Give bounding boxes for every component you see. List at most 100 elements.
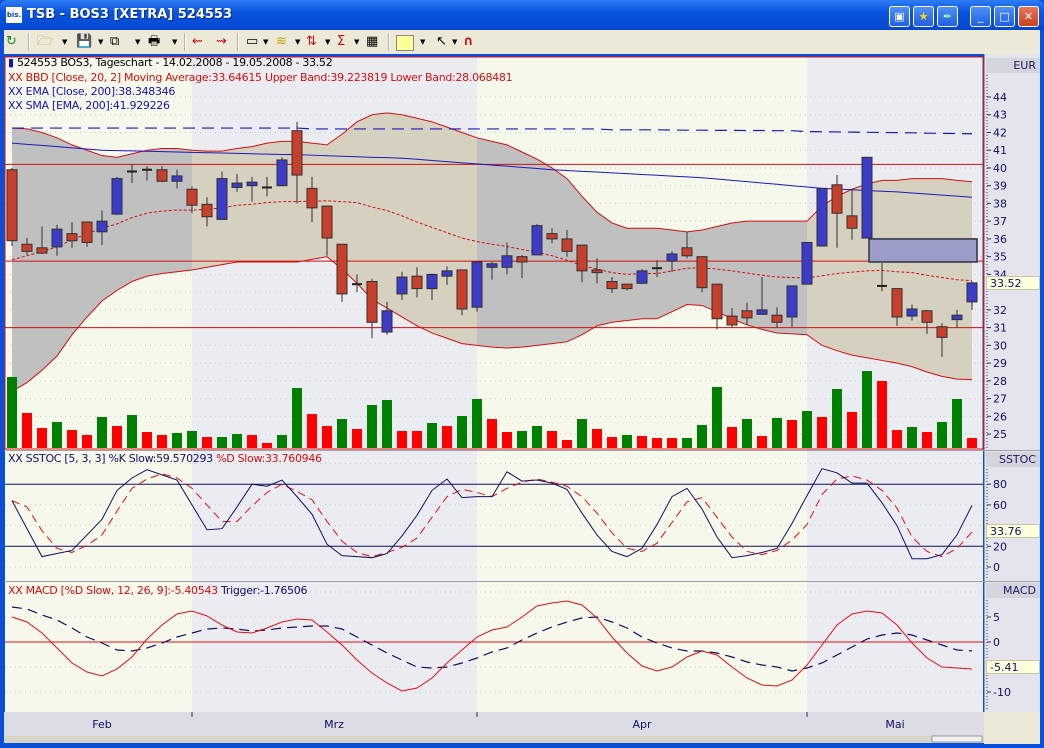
date-axis: [4, 712, 984, 736]
candle-body[interactable]: [621, 283, 633, 290]
candle-body[interactable]: [246, 181, 258, 187]
candle-body[interactable]: [411, 275, 423, 290]
magnet-icon[interactable]: ∩: [463, 33, 474, 51]
chart-forward-icon[interactable]: ⇝: [216, 33, 227, 51]
chevron-down-icon[interactable]: ▼: [295, 33, 300, 51]
print-icon[interactable]: 🖶: [148, 33, 160, 51]
candle-body[interactable]: [306, 187, 318, 209]
candle-body[interactable]: [681, 247, 693, 257]
candle-body[interactable]: [591, 269, 603, 274]
refresh-icon[interactable]: ↻: [6, 33, 17, 51]
candle-body[interactable]: [786, 285, 798, 318]
candle-body[interactable]: [771, 314, 783, 323]
chevron-down-icon[interactable]: ▼: [420, 33, 425, 51]
candle-body[interactable]: [666, 253, 678, 262]
candle-body[interactable]: [831, 184, 843, 214]
chart-area[interactable]: 2526272829303132343536373839404142434402…: [0, 54, 1044, 748]
chart-type-icon[interactable]: ⇅: [306, 33, 317, 51]
volume-bar: [412, 431, 422, 448]
candle-body[interactable]: [321, 205, 333, 239]
candle-body[interactable]: [36, 247, 48, 254]
candle-body[interactable]: [96, 220, 108, 233]
candle-body[interactable]: [846, 215, 858, 229]
sigma-icon[interactable]: Σ: [337, 33, 345, 51]
candle-body[interactable]: [426, 273, 438, 290]
edit-icon[interactable]: ✒: [937, 6, 958, 27]
candle-body[interactable]: [21, 243, 33, 252]
candle-body[interactable]: [636, 270, 648, 284]
candle-body[interactable]: [201, 203, 213, 218]
candle-body[interactable]: [486, 263, 498, 268]
cursor-icon[interactable]: ↖: [436, 33, 447, 51]
candle-body[interactable]: [741, 310, 753, 319]
layout-icon[interactable]: ▣: [889, 6, 910, 27]
candle-body[interactable]: [516, 256, 528, 263]
candle-body[interactable]: [111, 178, 123, 215]
candle-body[interactable]: [531, 225, 543, 256]
horizontal-scrollbar[interactable]: [4, 736, 984, 743]
minimize-button[interactable]: _: [970, 6, 991, 27]
favorites-icon[interactable]: ★: [913, 6, 934, 27]
candle-body[interactable]: [276, 159, 288, 187]
candle-body[interactable]: [966, 282, 978, 303]
candle-body[interactable]: [696, 256, 708, 289]
candle-body[interactable]: [861, 156, 873, 239]
volume-bar: [502, 432, 512, 448]
box-annotation[interactable]: [868, 238, 978, 263]
candle-body[interactable]: [231, 182, 243, 188]
window-icon[interactable]: ▭: [246, 33, 258, 51]
candle-body[interactable]: [891, 288, 903, 318]
candle-body[interactable]: [921, 310, 933, 323]
candle-body[interactable]: [51, 228, 63, 248]
chevron-down-icon[interactable]: ▼: [263, 33, 268, 51]
candle-body[interactable]: [711, 283, 723, 320]
scrollbar-thumb[interactable]: [931, 735, 983, 743]
candle-body[interactable]: [471, 261, 483, 308]
candle-body[interactable]: [171, 175, 183, 182]
candle-body[interactable]: [6, 169, 18, 242]
open-folder-icon[interactable]: 🗁: [37, 33, 53, 51]
title-bar[interactable]: bis. TSB - BOS3 [XETRA] 524553 ▣ ★ ✒ _ □…: [0, 0, 1044, 30]
candle-body[interactable]: [951, 314, 963, 321]
close-button[interactable]: ✕: [1018, 6, 1039, 27]
chevron-down-icon[interactable]: ▼: [135, 33, 140, 51]
chevron-down-icon[interactable]: ▼: [62, 33, 67, 51]
candle-body[interactable]: [216, 178, 228, 220]
candle-body[interactable]: [291, 130, 303, 176]
properties-icon[interactable]: ▦: [366, 33, 378, 51]
color-box-icon[interactable]: [396, 35, 414, 51]
candle-body[interactable]: [156, 169, 168, 182]
candle-body[interactable]: [606, 280, 618, 290]
chevron-down-icon[interactable]: ▼: [98, 33, 103, 51]
chevron-down-icon[interactable]: ▼: [325, 33, 330, 51]
candle-body[interactable]: [756, 309, 768, 315]
candle-body[interactable]: [441, 270, 453, 277]
candle-body[interactable]: [381, 310, 393, 333]
save-icon[interactable]: 💾: [76, 33, 92, 51]
candle-body[interactable]: [186, 188, 198, 206]
candle-body[interactable]: [561, 238, 573, 252]
candle-body[interactable]: [501, 255, 513, 268]
chevron-down-icon[interactable]: ▼: [172, 33, 177, 51]
candle-body[interactable]: [936, 326, 948, 338]
candle-body[interactable]: [456, 269, 468, 310]
volume-bar: [67, 430, 77, 448]
candle-body[interactable]: [726, 315, 738, 326]
candle-body[interactable]: [336, 243, 348, 295]
candle-body[interactable]: [906, 308, 918, 317]
candle-body[interactable]: [66, 233, 78, 242]
chevron-down-icon[interactable]: ▼: [452, 33, 457, 51]
candle-body[interactable]: [801, 241, 813, 285]
copy-icon[interactable]: ⧉: [110, 33, 119, 51]
maximize-button[interactable]: □: [994, 6, 1015, 27]
candle-body[interactable]: [576, 244, 588, 272]
volume-bar: [832, 389, 842, 448]
candle-body[interactable]: [81, 221, 93, 243]
candle-body[interactable]: [366, 280, 378, 323]
chevron-down-icon[interactable]: ▼: [354, 33, 359, 51]
chart-back-icon[interactable]: ⇜: [192, 33, 203, 51]
candle-body[interactable]: [546, 233, 558, 240]
indicators-icon[interactable]: ≋: [276, 33, 287, 51]
candle-body[interactable]: [816, 187, 828, 247]
candle-body[interactable]: [396, 276, 408, 295]
